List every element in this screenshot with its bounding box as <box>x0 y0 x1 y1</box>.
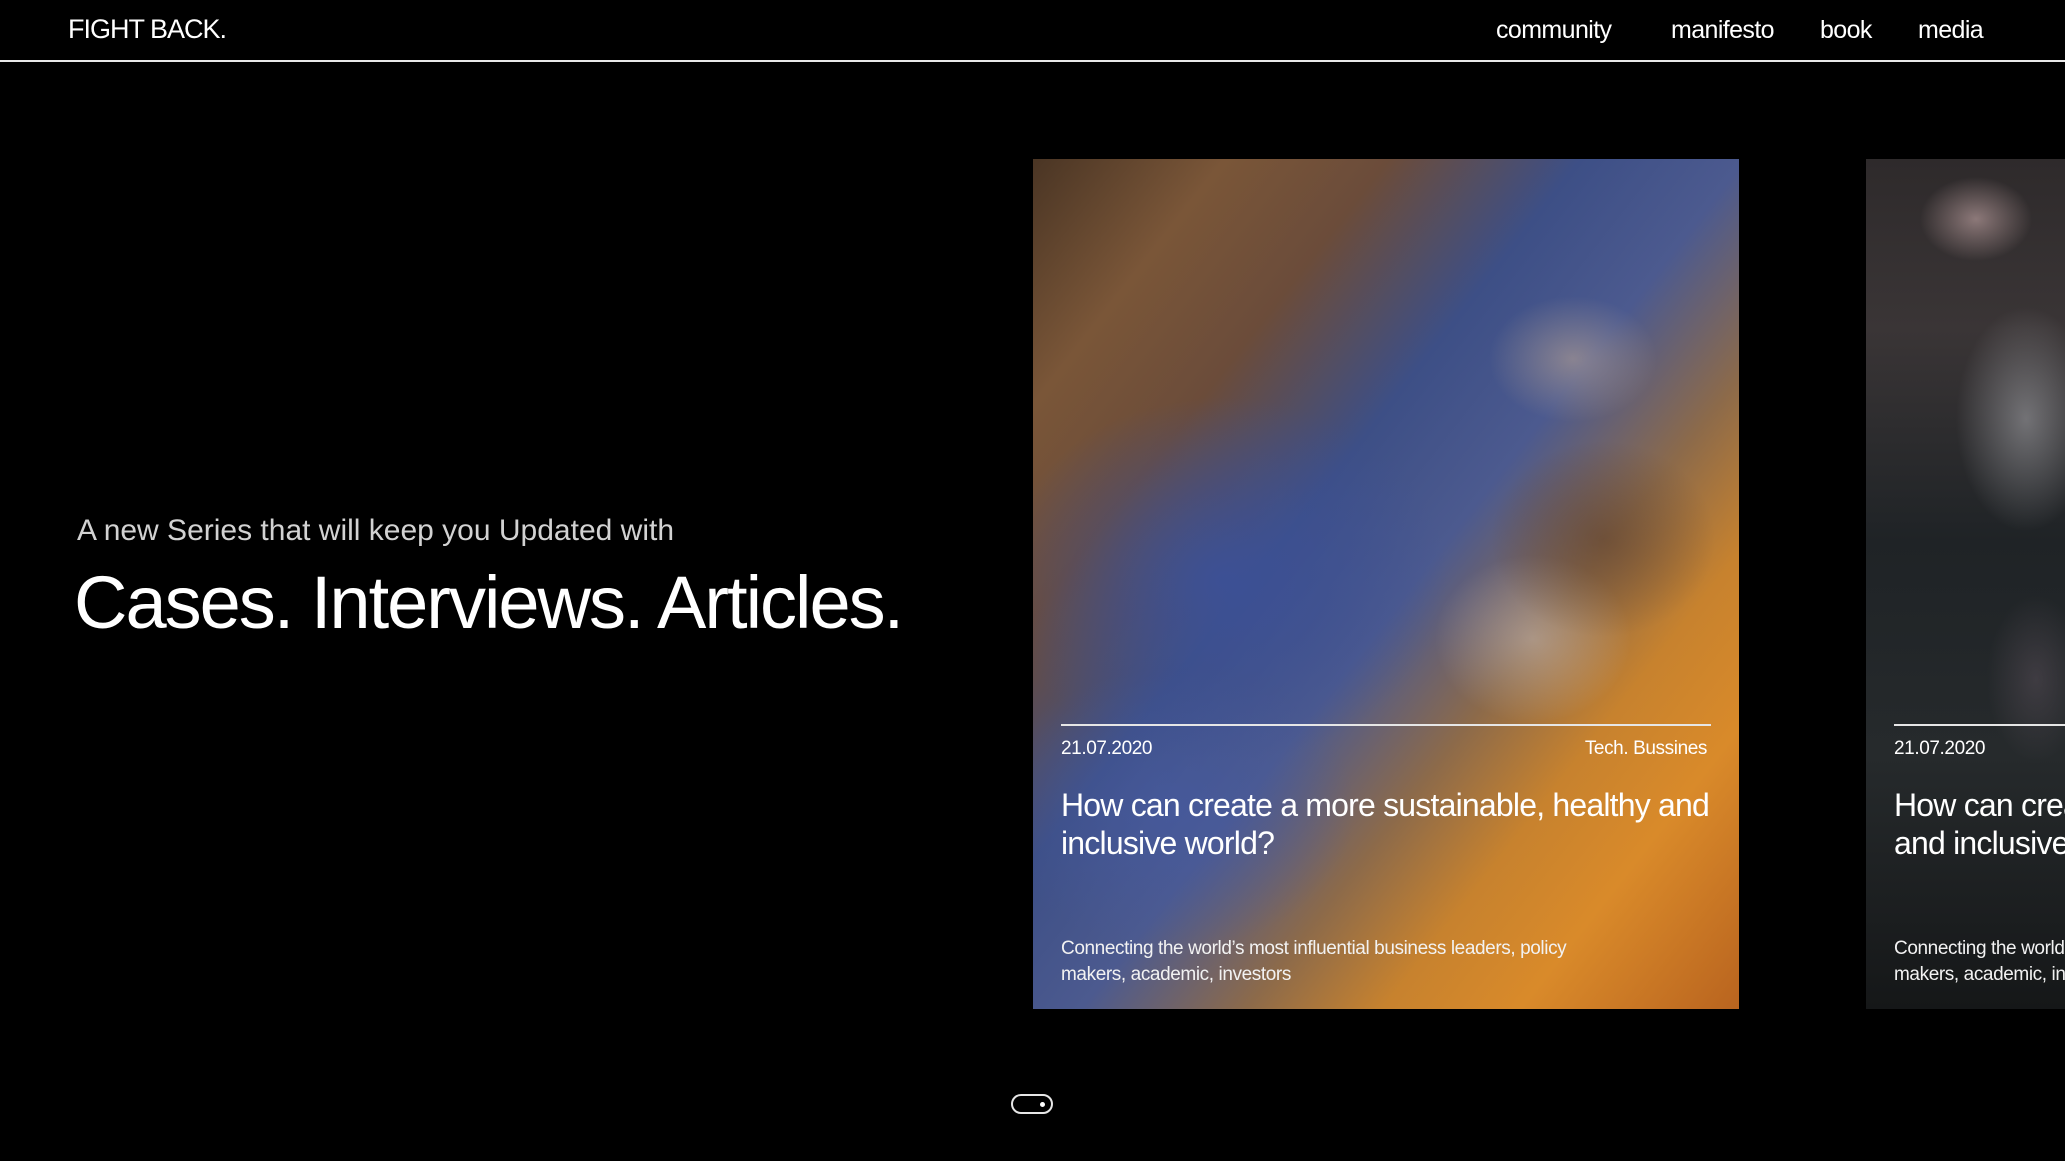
hero-subtitle: A new Series that will keep you Updated … <box>77 514 674 547</box>
pager-dot <box>1040 1102 1045 1107</box>
pagination-toggle-icon[interactable] <box>1011 1094 1053 1114</box>
nav-link-manifesto[interactable]: manifesto <box>1671 16 1775 45</box>
card-title[interactable]: How can create a more sustainable, healt… <box>1894 786 2065 862</box>
card-date: 21.07.2020 <box>1061 738 1153 759</box>
nav-link-community[interactable]: community <box>1496 16 1612 45</box>
card-image <box>1033 159 1739 1009</box>
card-title[interactable]: How can create a more sustainable, healt… <box>1061 786 1721 862</box>
site-header: FIGHT BACK. community manifesto book med… <box>0 0 2065 62</box>
card-image <box>1866 159 2065 1009</box>
card-description: Connecting the world’s most influential … <box>1894 938 2065 985</box>
card-description: Connecting the world’s most influential … <box>1061 938 1567 985</box>
article-card[interactable]: 21.07.2020 Tech. Bussines How can create… <box>1033 159 1739 1009</box>
hero-title: Cases. Interviews. Articles. <box>74 561 904 644</box>
card-date: 21.07.2020 <box>1894 738 1986 759</box>
site-logo[interactable]: FIGHT BACK. <box>68 14 227 45</box>
card-divider <box>1894 724 2065 726</box>
card-divider <box>1061 724 1711 726</box>
nav-link-media[interactable]: media <box>1918 16 1984 45</box>
nav-link-book[interactable]: book <box>1820 16 1872 45</box>
card-category: Tech. Bussines <box>1584 738 1708 759</box>
article-card[interactable]: 21.07.2020 How can create a more sustain… <box>1866 159 2065 1009</box>
